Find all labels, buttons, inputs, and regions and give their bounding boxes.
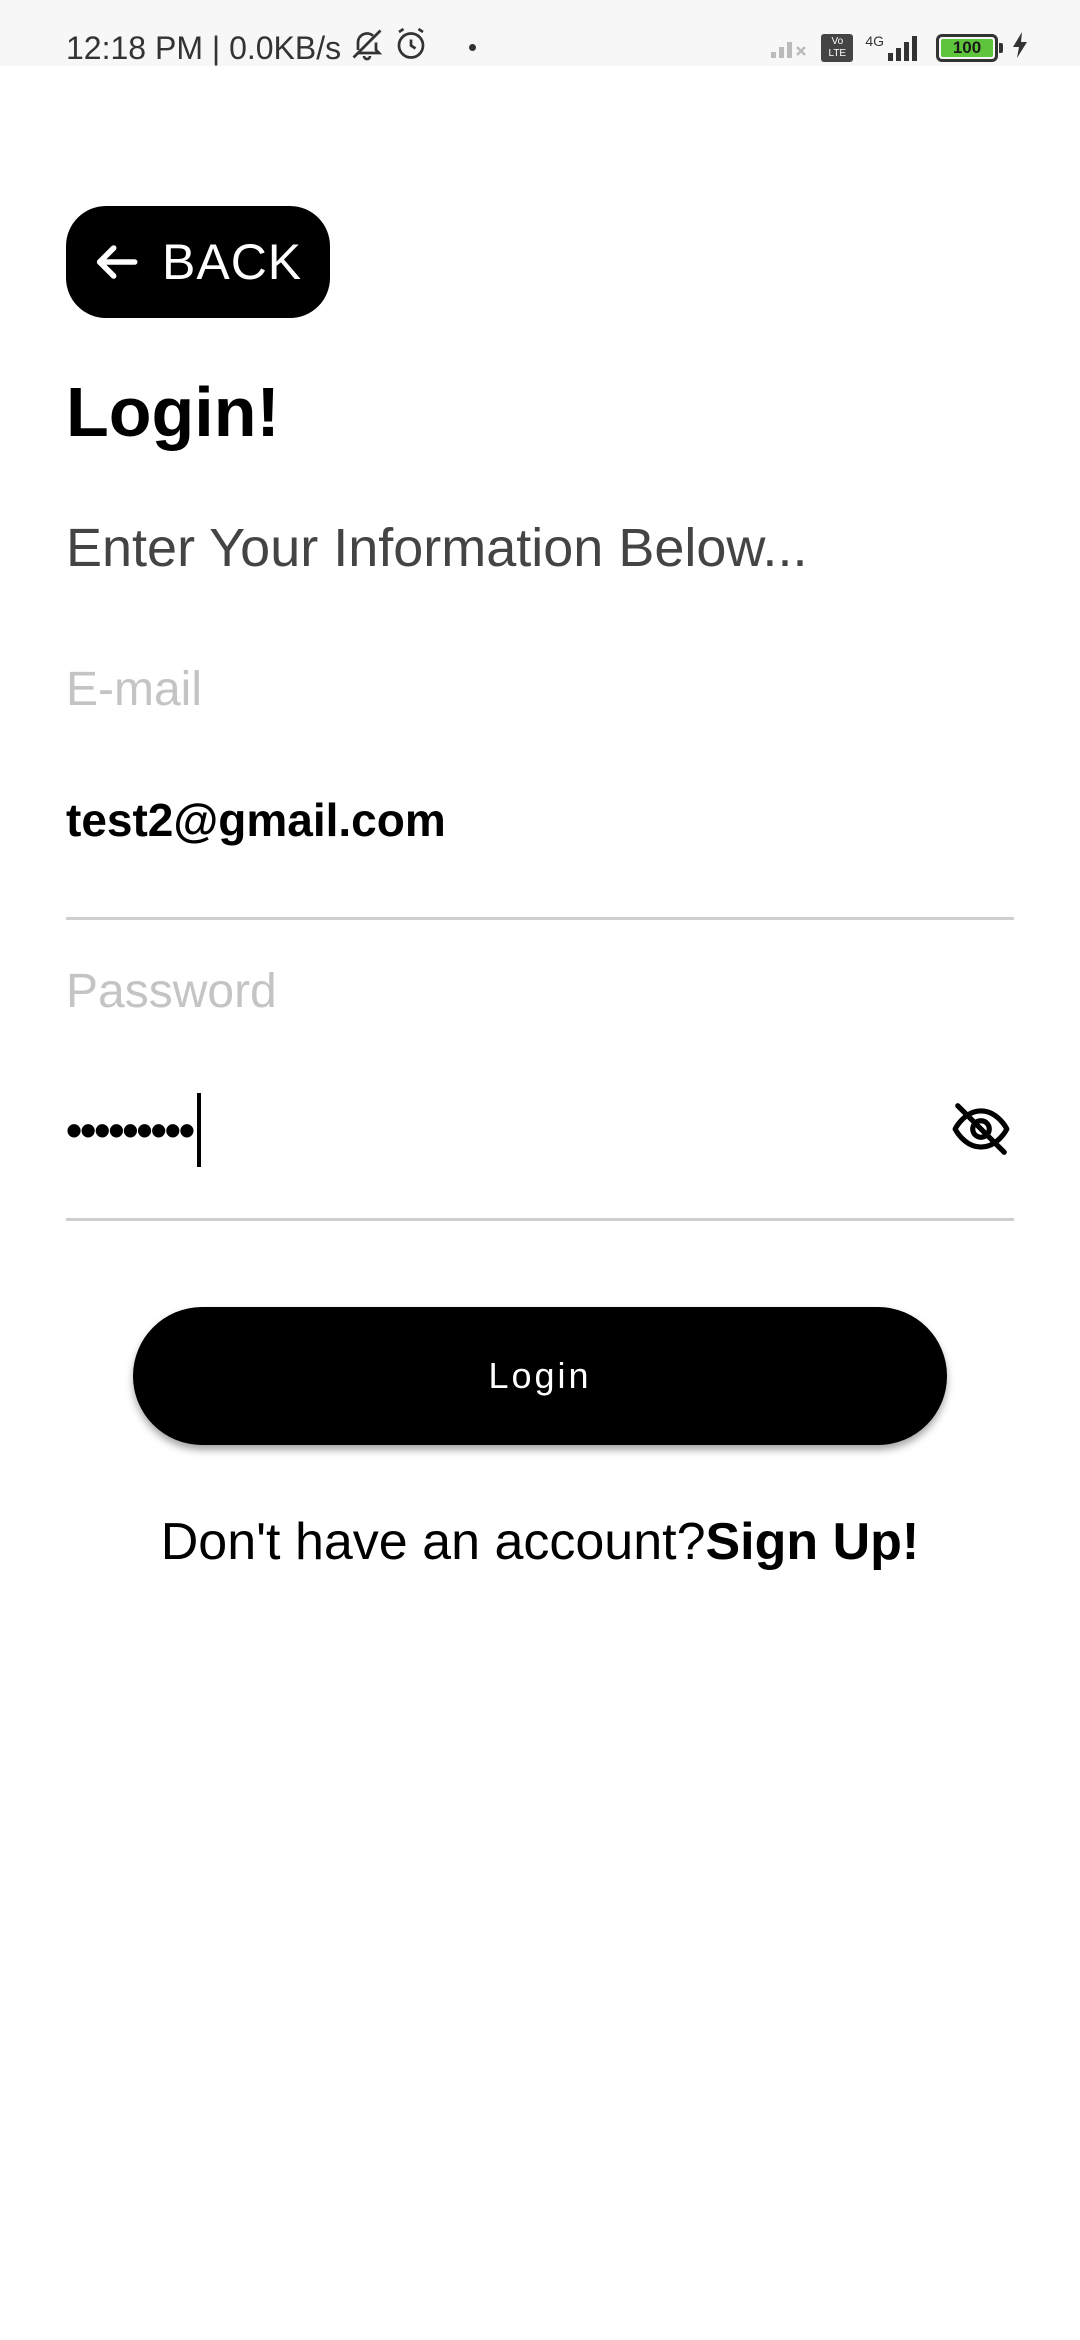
battery-level: 100 <box>941 38 993 57</box>
4g-signal-icon: 4G <box>865 33 924 63</box>
signup-row: Don't have an account?Sign Up! <box>0 1510 1080 1574</box>
login-button-label: Login <box>488 1355 592 1396</box>
signup-link[interactable]: Sign Up! <box>706 1513 920 1571</box>
page-title: Login! <box>66 373 280 451</box>
signal-no-sim-icon <box>769 30 809 65</box>
text-cursor <box>196 1093 201 1167</box>
password-field[interactable]: ••••••••• <box>66 1093 201 1167</box>
password-label: Password <box>66 965 277 1018</box>
volte-icon: Vo LTE <box>821 33 854 62</box>
status-bar: 12:18 PM | 0.0KB/s Vo LTE 4G 100 <box>0 0 1080 66</box>
password-underline <box>66 1218 1014 1221</box>
signup-prompt: Don't have an account? <box>160 1513 706 1571</box>
password-masked-value: ••••••••• <box>66 1104 195 1156</box>
page-subtitle: Enter Your Information Below... <box>66 518 808 578</box>
notification-dot <box>469 44 477 51</box>
battery-icon: 100 <box>936 33 1003 62</box>
back-button-label: BACK <box>162 234 303 290</box>
charging-icon <box>1010 30 1030 65</box>
alarm-icon <box>393 26 429 69</box>
email-field[interactable]: test2@gmail.com <box>66 790 1014 850</box>
network-type-label: 4G <box>865 32 884 49</box>
back-button[interactable]: BACK <box>66 206 330 318</box>
arrow-left-icon <box>96 245 138 279</box>
status-left: 12:18 PM | 0.0KB/s <box>66 26 477 69</box>
status-separator: | <box>202 29 230 66</box>
status-time: 12:18 PM <box>66 29 203 66</box>
status-right: Vo LTE 4G 100 <box>769 30 1030 65</box>
login-button[interactable]: Login <box>133 1307 947 1445</box>
email-label: E-mail <box>66 663 203 716</box>
status-network-speed: 0.0KB/s <box>229 29 342 66</box>
email-underline <box>66 917 1014 920</box>
eye-off-icon[interactable] <box>948 1098 1014 1160</box>
notifications-off-icon <box>349 26 385 69</box>
